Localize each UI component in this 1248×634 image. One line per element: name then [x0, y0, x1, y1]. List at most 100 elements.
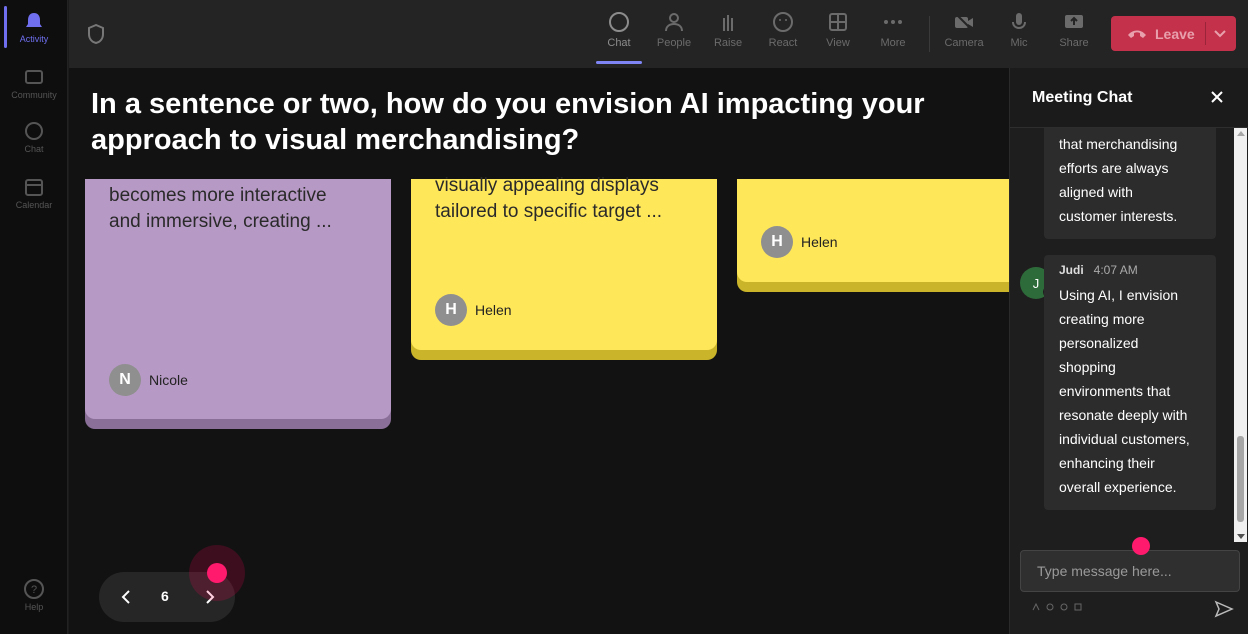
rail-item-label: Chat	[24, 144, 44, 154]
toolbar-button-label: Chat	[607, 37, 631, 49]
mic-icon	[1012, 13, 1026, 30]
toolbar-button-label: Share	[1059, 37, 1089, 49]
sticky-note-body: visually appealing displays tailored to …	[411, 175, 717, 350]
author-name: Helen	[801, 234, 838, 250]
toolbar-button-label: People	[656, 37, 692, 49]
hang-up-icon	[1128, 30, 1146, 38]
react-icon	[773, 12, 793, 32]
toolbar-raise-button[interactable]: Raise	[702, 10, 754, 49]
toolbar-camera-button[interactable]: Camera	[938, 10, 990, 49]
emoji-icon[interactable]	[1060, 603, 1068, 611]
cursor-pointer	[1132, 537, 1150, 555]
help-icon: ?	[24, 579, 44, 599]
toolbar-share-button[interactable]: Share	[1048, 10, 1100, 49]
chat-header: Meeting Chat	[1010, 68, 1248, 128]
toolbar-mic-button[interactable]: Mic	[993, 10, 1045, 49]
sticky-note[interactable]: becomes more interactive and immersive, …	[85, 179, 391, 429]
message-meta: Judi 4:07 AM	[1059, 263, 1138, 277]
rail-item-community[interactable]: Community	[0, 66, 68, 100]
note-line: visually appealing displays	[435, 175, 659, 196]
active-tab-indicator	[596, 61, 642, 64]
raise-hand-icon	[723, 15, 733, 31]
rail-item-activity[interactable]: Activity	[0, 10, 68, 44]
sticky-note-text: becomes more interactive and immersive, …	[109, 183, 332, 235]
toolbar-button-label: Raise	[713, 37, 743, 49]
chat-title: Meeting Chat	[1032, 89, 1133, 106]
message-line: aligned with	[1059, 184, 1133, 200]
meeting-chat-panel: Meeting Chat that merchandising efforts …	[1009, 68, 1248, 634]
message-line: shopping	[1059, 359, 1116, 375]
message-text: Using AI, I envision creating more perso…	[1044, 255, 1216, 499]
people-icon	[665, 13, 683, 32]
chevron-left-icon[interactable]	[119, 589, 133, 605]
author-name: Nicole	[149, 372, 188, 388]
gif-icon[interactable]	[1074, 603, 1082, 611]
leave-button[interactable]: Leave	[1111, 16, 1236, 51]
toolbar-button-label: Camera	[944, 37, 984, 49]
toolbar-chat-button[interactable]: Chat	[593, 10, 645, 49]
sticky-note-body: becomes more interactive and immersive, …	[85, 179, 391, 419]
toolbar-divider	[929, 16, 930, 52]
format-icon[interactable]	[1032, 603, 1040, 611]
leave-label: Leave	[1155, 25, 1195, 42]
message-line: efforts are always	[1059, 160, 1169, 176]
community-icon	[25, 70, 43, 84]
message-line: customer interests.	[1059, 208, 1178, 224]
note-line: becomes more interactive	[109, 185, 327, 206]
rail-item-label: Help	[24, 602, 44, 612]
toolbar-more-button[interactable]: More	[867, 10, 919, 49]
close-icon[interactable]	[1210, 90, 1224, 104]
shield-icon[interactable]	[87, 24, 105, 44]
rail-item-label: Activity	[19, 34, 49, 44]
scroll-thumb[interactable]	[1237, 436, 1244, 522]
chevron-down-icon[interactable]	[1213, 26, 1227, 40]
chat-icon	[25, 122, 43, 140]
share-icon	[1065, 15, 1083, 28]
send-icon[interactable]	[1214, 600, 1234, 618]
chat-scrollbar[interactable]	[1234, 128, 1247, 542]
message-line: personalized	[1059, 335, 1139, 351]
toolbar-react-button[interactable]: React	[757, 10, 809, 49]
toolbar-button-label: View	[826, 37, 850, 49]
message-line: overall experience.	[1059, 479, 1177, 495]
message-line: resonate deeply with	[1059, 407, 1188, 423]
message-line: enhancing their	[1059, 455, 1155, 471]
sticky-note-text: visually appealing displays tailored to …	[435, 173, 662, 225]
calendar-icon	[25, 179, 43, 196]
avatar: N	[109, 364, 141, 396]
avatar: H	[761, 226, 793, 258]
sticky-note-body: H Helen	[737, 179, 1009, 282]
whiteboard-stage: In a sentence or two, how do you envisio…	[69, 68, 1009, 634]
page-number: 6	[161, 588, 169, 604]
toolbar-button-label: React	[768, 37, 798, 49]
message-line: creating more	[1059, 311, 1145, 327]
rail-item-calendar[interactable]: Calendar	[0, 176, 68, 210]
message-time: 4:07 AM	[1093, 263, 1138, 277]
avatar: H	[435, 294, 467, 326]
scroll-up-arrow[interactable]	[1237, 131, 1245, 136]
more-icon	[884, 20, 902, 24]
scroll-down-arrow[interactable]	[1237, 534, 1245, 539]
toolbar-people-button[interactable]: People	[648, 10, 700, 49]
toolbar-view-button[interactable]: View	[812, 10, 864, 49]
camera-off-icon	[954, 12, 974, 32]
cursor-pointer	[207, 563, 227, 583]
message-line: environments that	[1059, 383, 1171, 399]
message-line: Using AI, I envision	[1059, 287, 1179, 303]
chat-message-input[interactable]	[1020, 550, 1240, 592]
sticky-note[interactable]: visually appealing displays tailored to …	[411, 175, 717, 360]
rail-item-label: Community	[11, 90, 57, 100]
sticky-note[interactable]: H Helen	[737, 179, 1009, 292]
format-toolbar	[1032, 603, 1082, 611]
toolbar-button-label: More	[880, 37, 906, 49]
attach-icon[interactable]	[1046, 603, 1054, 611]
question-title: In a sentence or two, how do you envisio…	[91, 88, 925, 156]
message-text: that merchandising efforts are always al…	[1044, 128, 1216, 228]
rail-item-label: Calendar	[15, 200, 53, 210]
note-line: tailored to specific target ...	[435, 201, 663, 222]
rail-item-chat[interactable]: Chat	[0, 120, 68, 154]
note-author: N Nicole	[109, 364, 188, 396]
app-rail: Activity Community Chat Calendar ? Help	[0, 0, 68, 634]
rail-item-help[interactable]: ? Help	[0, 578, 68, 612]
message-author: Judi	[1059, 263, 1084, 277]
